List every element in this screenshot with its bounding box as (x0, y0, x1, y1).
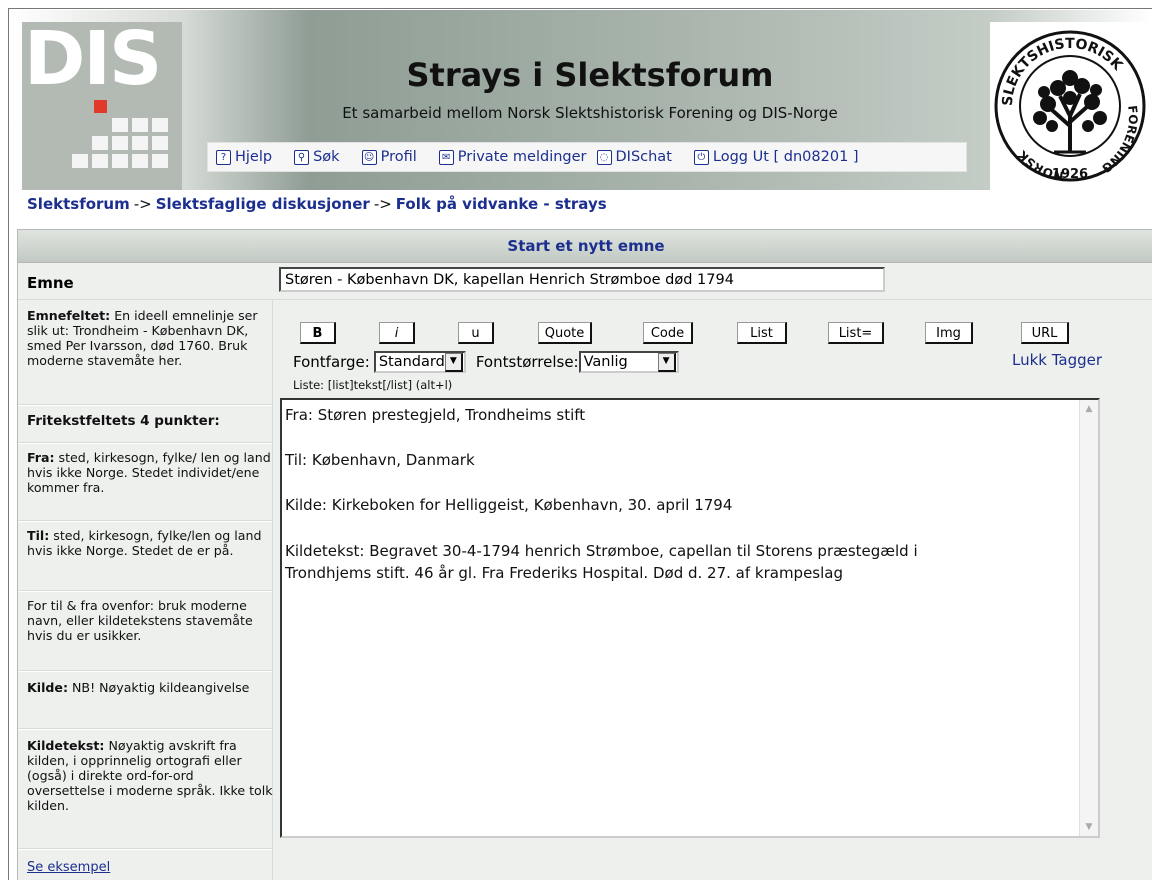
message-body: Fra: Støren prestegjeld, Trondheims stif… (285, 406, 918, 583)
example-link[interactable]: Se eksempel (27, 860, 110, 875)
message-textarea[interactable]: Fra: Støren prestegjeld, Trondheims stif… (280, 398, 1100, 838)
nav-chat[interactable]: ◌ DISchat (596, 149, 672, 165)
help-source-text-block: Kildetekst: Nøyaktig avskrift fra kilden… (27, 738, 273, 813)
nav-profile-label: Profil (380, 149, 417, 165)
site-header: DIS Strays i Slektsforum Et samarbeid me… (10, 10, 1152, 190)
help-from: Fra: sted, kirkesogn, fylke/ len og land… (27, 450, 273, 495)
help-source-heading: Kilde: (27, 680, 68, 695)
page-subtitle: Et samarbeid mellom Norsk Slektshistoris… (342, 104, 838, 122)
nav-messages-label: Private meldinger (457, 149, 587, 165)
logout-icon: ⏻ (693, 149, 709, 165)
help-source-text: NB! Nøyaktig kildeangivelse (68, 680, 250, 695)
scroll-up-icon[interactable]: ▲ (1083, 404, 1095, 414)
help-from-heading: Fra: (27, 450, 55, 465)
message-icon: ✉ (438, 149, 454, 165)
scrollbar[interactable]: ▲ ▼ (1079, 400, 1098, 836)
new-topic-form: Start et nytt emne Emne Emnefeltet: En i… (17, 229, 1152, 880)
list-button[interactable]: List (737, 322, 787, 344)
image-button[interactable]: Img (925, 322, 973, 344)
help-icon: ? (216, 149, 231, 165)
toolbar-hint: Liste: [list]tekst[/list] (alt+l) (293, 378, 453, 392)
seal-year: 1926 (1052, 167, 1088, 182)
help-source: Kilde: NB! Nøyaktig kildeangivelse (27, 680, 273, 695)
help-note: For til & fra ovenfor: bruk moderne navn… (27, 598, 253, 643)
font-color-value: Standard (378, 354, 445, 370)
help-from-text: sted, kirkesogn, fylke/ len og land hvis… (27, 450, 271, 495)
page-title: Strays i Slektsforum (406, 56, 774, 94)
underline-button[interactable]: u (458, 322, 494, 344)
profile-icon: ☺ (361, 149, 377, 165)
chat-icon: ◌ (596, 149, 612, 165)
url-button[interactable]: URL (1021, 322, 1069, 344)
help-to-text: sted, kirkesogn, fylke/len og land hvis … (27, 528, 262, 558)
help-to: Til: sted, kirkesogn, fylke/len og land … (27, 528, 273, 558)
subject-row: Emne (18, 264, 1152, 300)
code-button[interactable]: Code (643, 322, 693, 344)
nav-logout[interactable]: ⏻ Logg Ut [ dn08201 ] (693, 149, 859, 165)
quote-button[interactable]: Quote (538, 322, 592, 344)
page-frame: DIS Strays i Slektsforum Et samarbeid me… (8, 8, 1152, 880)
font-size-value: Vanlig (583, 354, 628, 370)
help-subject: Emnefeltet: En ideell emnelinje ser slik… (27, 308, 273, 368)
help-sourcetext-heading: Kildetekst: (27, 738, 105, 753)
society-seal: SLEKTSHISTORISK NORSK FORENING 1926 (990, 22, 1150, 190)
nav-help-label: Hjelp (235, 149, 273, 165)
nav-search-label: Søk (313, 149, 340, 165)
breadcrumb-separator: -> (133, 195, 152, 213)
ordered-list-button[interactable]: List= (828, 322, 884, 344)
top-nav: ? Hjelp ⚲ Søk ☺ Profil ✉ Private meldinger ◌… (207, 142, 967, 172)
help-to-heading: Til: (27, 528, 50, 543)
font-color-label: Fontfarge: (293, 353, 370, 371)
font-size-select[interactable]: Vanlig ▼ (578, 351, 679, 373)
nav-messages[interactable]: ✉ Private meldinger (438, 149, 587, 165)
breadcrumb-forum[interactable]: Folk på vidvanke - strays (396, 195, 607, 213)
help-subject-heading: Emnefeltet: (27, 308, 111, 323)
nav-profile[interactable]: ☺ Profil (361, 149, 417, 165)
help-freetext-heading-text: Fritekstfeltets 4 punkter: (27, 413, 220, 429)
breadcrumb: Slektsforum -> Slektsfaglige diskusjoner ->… (27, 195, 607, 213)
scroll-down-icon[interactable]: ▼ (1083, 822, 1095, 832)
font-color-select[interactable]: Standard ▼ (373, 351, 466, 373)
form-title: Start et nytt emne (18, 230, 1152, 263)
subject-input[interactable] (279, 267, 885, 292)
chevron-down-icon: ▼ (657, 352, 676, 372)
font-size-label: Fontstørrelse: (475, 353, 579, 371)
nav-search[interactable]: ⚲ Søk (294, 149, 340, 165)
breadcrumb-root[interactable]: Slektsforum (27, 195, 130, 213)
dis-logo-text: DIS (24, 22, 160, 102)
help-column: Emnefeltet: En ideell emnelinje ser slik… (18, 300, 273, 880)
breadcrumb-section[interactable]: Slektsfaglige diskusjoner (156, 195, 370, 213)
nav-chat-label: DISchat (615, 149, 672, 165)
subject-label: Emne (27, 274, 74, 292)
nav-logout-label: Logg Ut [ dn08201 ] (712, 149, 859, 165)
breadcrumb-separator: -> (373, 195, 392, 213)
close-tags-link[interactable]: Lukk Tagger (1012, 351, 1102, 369)
italic-button[interactable]: i (379, 322, 415, 344)
font-controls: Fontfarge: Standard ▼ Fontstørrelse: Vanl… (293, 351, 689, 373)
search-icon: ⚲ (294, 149, 310, 165)
bold-button[interactable]: B (300, 322, 336, 344)
dis-logo: DIS (22, 22, 182, 190)
nav-help[interactable]: ? Hjelp (216, 149, 272, 165)
help-freetext-heading: Fritekstfeltets 4 punkter: (27, 414, 273, 429)
chevron-down-icon: ▼ (444, 352, 463, 372)
